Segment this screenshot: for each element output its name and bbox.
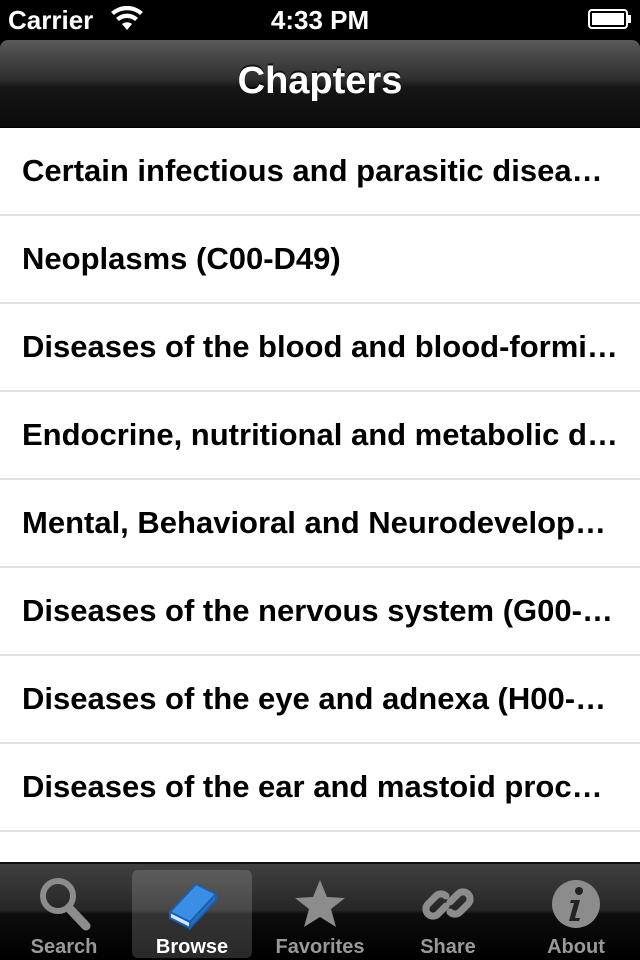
tab-share[interactable]: Share [384, 864, 512, 960]
list-item[interactable]: Diseases of the ear and mastoid process [0, 744, 640, 832]
magnifier-icon [40, 878, 91, 931]
list-item[interactable]: Neoplasms (C00-D49) [0, 216, 640, 304]
tab-favorites[interactable]: Favorites [256, 864, 384, 960]
list-item-label: Certain infectious and parasitic disease… [22, 153, 618, 188]
list-item[interactable]: Certain infectious and parasitic disease… [0, 128, 640, 216]
list-item-label: Neoplasms (C00-D49) [22, 241, 341, 276]
link-icon [422, 888, 474, 920]
tab-label: Share [420, 936, 476, 958]
chapter-list[interactable]: Certain infectious and parasitic disease… [0, 128, 640, 862]
list-item-label: Diseases of the eye and adnexa (H00-H59) [22, 681, 618, 716]
tab-browse[interactable]: Browse [128, 864, 256, 960]
list-item[interactable]: Endocrine, nutritional and metabolic dis… [0, 392, 640, 480]
tab-label: Browse [155, 936, 229, 958]
list-item[interactable]: Diseases of the nervous system (G00-G99) [0, 568, 640, 656]
list-item-label: Mental, Behavioral and Neurodevelopmenta… [22, 505, 618, 540]
book-icon [168, 882, 218, 931]
status-bar: Carrier 4:33 PM [0, 0, 640, 40]
list-item-label: Diseases of the blood and blood-forming … [22, 329, 618, 364]
list-item-label: Endocrine, nutritional and metabolic dis… [22, 417, 618, 452]
tab-label: About [547, 936, 605, 958]
tab-label: Favorites [275, 936, 365, 958]
page-title: Chapters [237, 60, 403, 102]
star-icon [295, 880, 345, 927]
list-item-label: Diseases of the nervous system (G00-G99) [22, 593, 618, 628]
clock: 4:33 PM [270, 5, 370, 35]
tab-search[interactable]: Search [0, 864, 128, 960]
list-item[interactable] [0, 832, 640, 862]
list-item[interactable]: Mental, Behavioral and Neurodevelopmenta… [0, 480, 640, 568]
list-item[interactable]: Diseases of the blood and blood-forming … [0, 304, 640, 392]
battery-icon [588, 9, 631, 29]
tab-bar: Search Browse Favorites Share About [0, 862, 640, 960]
tab-label: Search [30, 936, 98, 958]
list-item-label: Diseases of the ear and mastoid process [22, 769, 618, 804]
info-icon [552, 880, 600, 928]
list-item[interactable]: Diseases of the eye and adnexa (H00-H59) [0, 656, 640, 744]
tab-about[interactable]: About [512, 864, 640, 960]
navigation-bar: Chapters [0, 40, 640, 128]
